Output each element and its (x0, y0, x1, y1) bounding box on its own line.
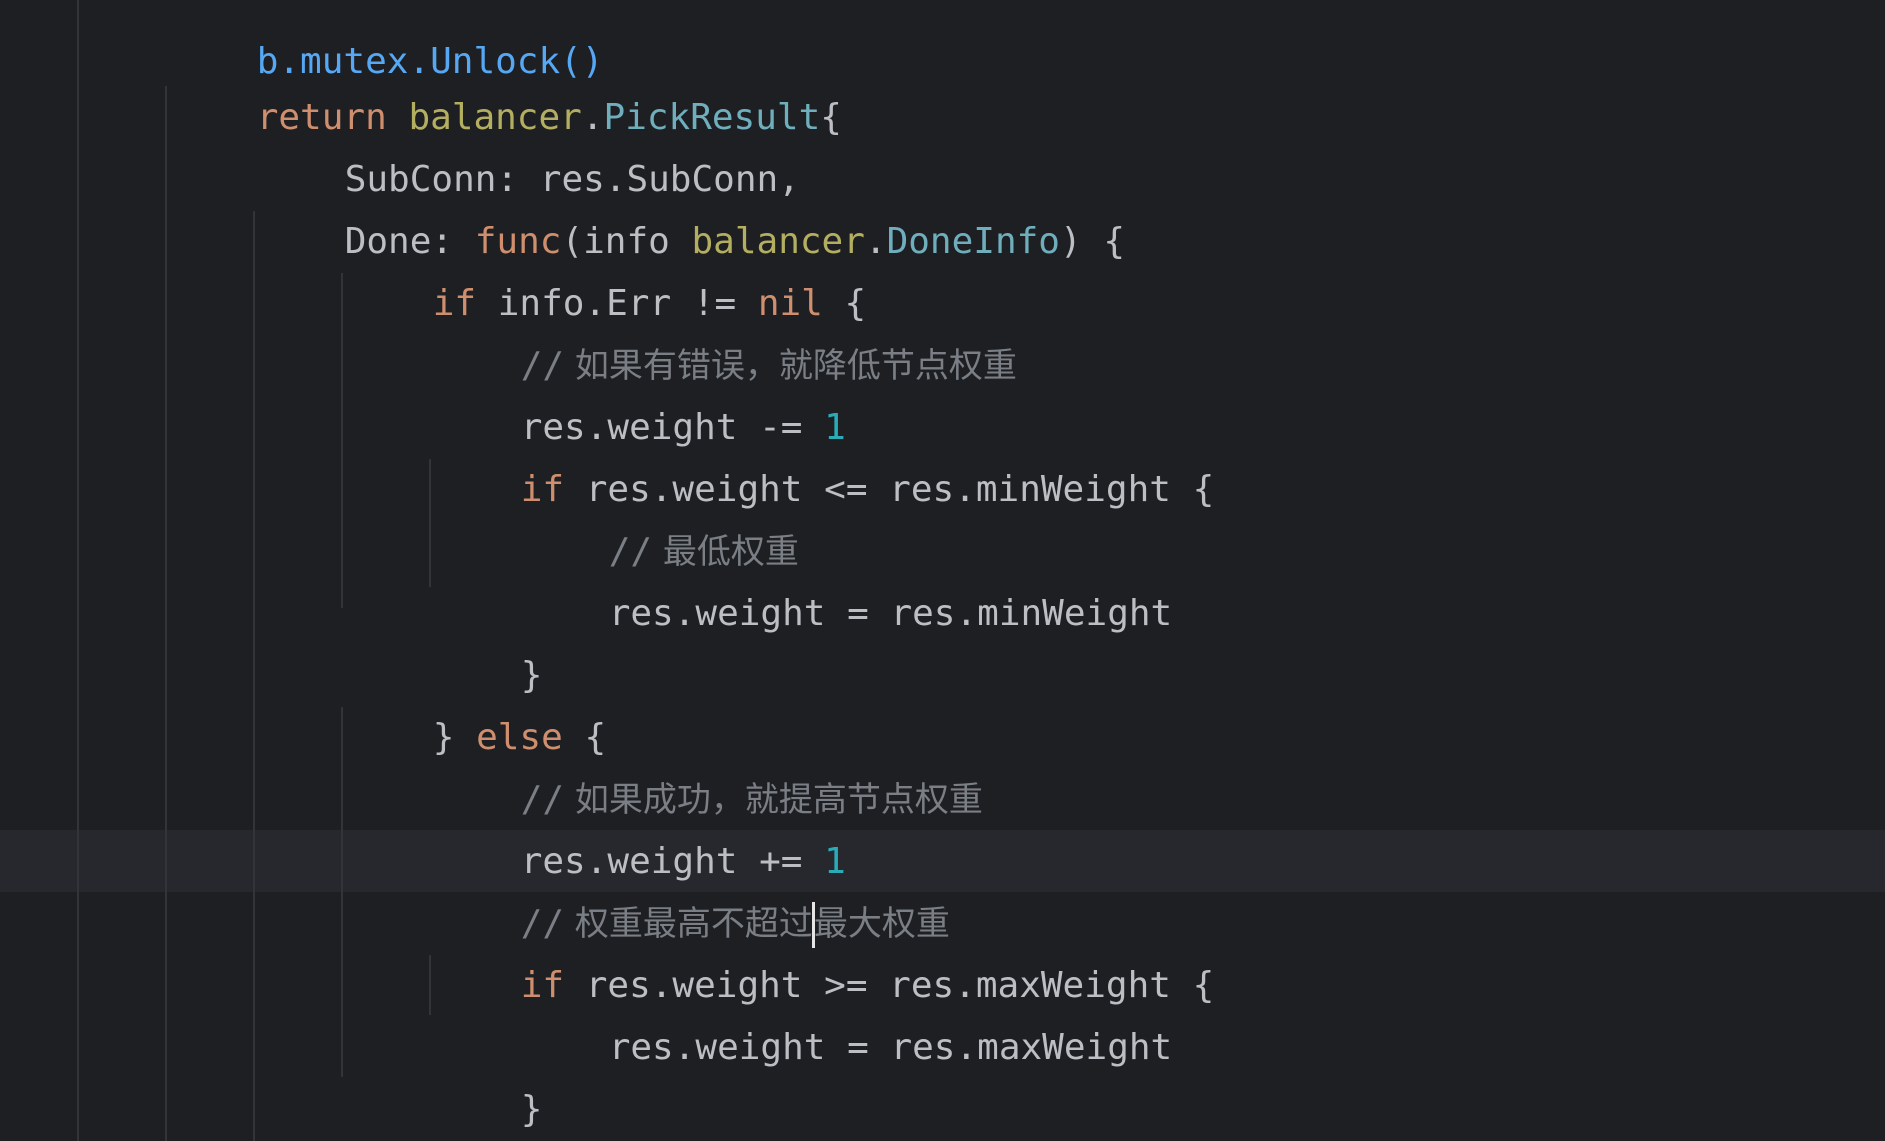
indent-guide (429, 459, 431, 587)
code-line[interactable]: // 如果成功，就提高节点权重 (434, 707, 983, 820)
code-line[interactable]: if res.weight <= res.minWeight { (434, 397, 1215, 510)
code-line[interactable]: res.weight = res.minWeight (522, 521, 1173, 634)
code-line[interactable]: if info.Err != nil { (346, 211, 867, 324)
code-line[interactable]: if res.weight >= res.maxWeight { (434, 893, 1215, 1006)
code-editor[interactable]: b.mutex.Unlock() return balancer.PickRes… (0, 0, 1885, 1141)
code-line-current[interactable]: // 权重最高不超过最大权重 (434, 831, 950, 948)
code-line[interactable]: } (434, 583, 543, 696)
code-line[interactable]: res.weight += 1 (434, 769, 846, 882)
code-token: . (864, 221, 887, 262)
code-token: res.weight = res.maxWeight (608, 1027, 1173, 1068)
code-line[interactable]: } (346, 1079, 454, 1141)
indent-guide (341, 707, 343, 1077)
type-token: DoneInfo (886, 221, 1060, 262)
code-token: { (820, 97, 842, 138)
code-line[interactable]: // 如果有错误，就降低节点权重 (434, 273, 1017, 386)
code-line[interactable]: Done: func(info balancer.DoneInfo) { (258, 149, 1125, 262)
indent-guide (165, 86, 167, 1141)
code-line[interactable]: res.weight -= 1 (434, 335, 846, 448)
code-token: } (520, 1089, 543, 1130)
indent-guide (341, 273, 343, 608)
code-line[interactable]: SubConn: res.SubConn, (258, 87, 800, 200)
code-line[interactable]: res.weight = res.maxWeight (522, 955, 1173, 1068)
indent-guide (77, 0, 79, 1141)
code-line[interactable]: } else { (346, 645, 606, 758)
code-line[interactable]: return balancer.PickResult{ (170, 25, 842, 138)
indent-guide (253, 211, 255, 1141)
indent-guide (429, 955, 431, 1015)
code-line[interactable]: } (434, 1017, 543, 1130)
code-line[interactable]: // 最低权重 (522, 459, 799, 572)
code-token: res.weight = res.minWeight (608, 593, 1173, 634)
code-token: ) { (1059, 221, 1125, 262)
